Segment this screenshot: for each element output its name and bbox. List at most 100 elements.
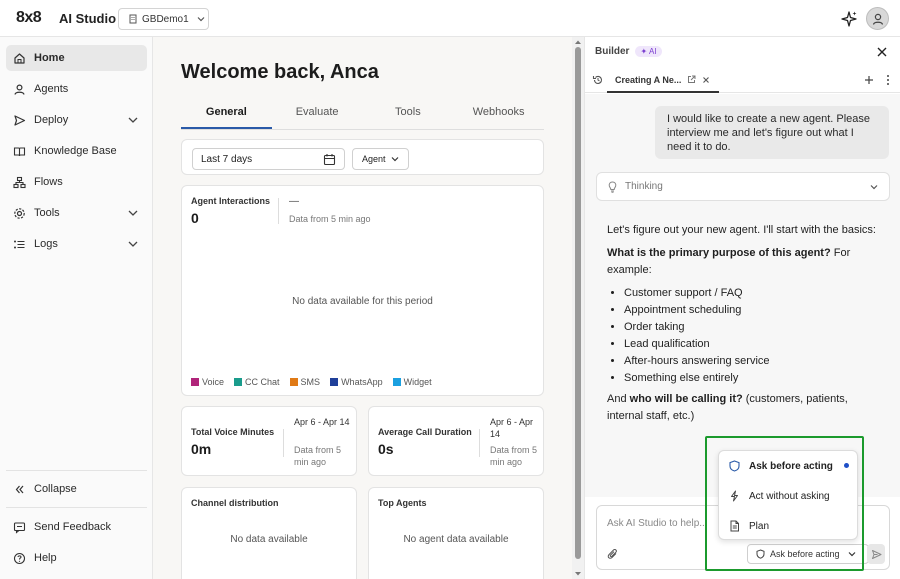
agent-filter[interactable]: Agent <box>352 148 409 170</box>
chevron-down-icon <box>870 185 878 190</box>
scrollbar[interactable] <box>572 37 584 579</box>
conversation-tab-title: Creating A Ne... <box>615 74 682 85</box>
send-feedback-button[interactable]: Send Feedback <box>6 514 147 540</box>
add-tab-icon[interactable] <box>864 75 874 85</box>
feedback-icon <box>13 521 26 534</box>
sparkle-icon[interactable] <box>839 9 859 29</box>
sidebar: Home Agents Deploy Knowledge Base Flows … <box>0 37 153 579</box>
date-range-picker[interactable]: Last 7 days <box>192 148 345 170</box>
chevron-down-icon <box>128 117 138 123</box>
selected-indicator <box>844 463 849 468</box>
close-tab-icon[interactable] <box>702 76 710 84</box>
sidebar-item-deploy[interactable]: Deploy <box>6 107 147 133</box>
gear-icon <box>14 207 25 219</box>
mode-menu: Ask before acting Act without asking Pla… <box>718 450 858 540</box>
help-button[interactable]: Help <box>6 545 147 571</box>
top-agents-label: Top Agents <box>378 498 427 508</box>
divider <box>6 507 147 508</box>
help-icon <box>13 552 26 564</box>
question-pre: And <box>607 393 630 405</box>
builder-title: Builder <box>595 46 630 57</box>
external-link-icon[interactable] <box>687 75 696 84</box>
lightbulb-icon <box>608 180 617 193</box>
assistant-reply: Let's figure out your new agent. I'll st… <box>607 222 877 431</box>
builder-tab-bar: Creating A Ne... <box>585 68 900 93</box>
lightning-icon <box>731 490 738 502</box>
building-icon <box>129 14 137 24</box>
sidebar-item-label: Agents <box>34 83 69 95</box>
interactions-freshness: Data from 5 min ago <box>289 214 371 224</box>
question-bold: who will be calling it? <box>629 393 743 405</box>
legend-label: WhatsApp <box>341 377 383 387</box>
avg-duration-label: Average Call Duration <box>378 427 472 437</box>
scroll-thumb[interactable] <box>575 47 581 559</box>
paperclip-icon[interactable] <box>607 548 619 561</box>
sidebar-item-logs[interactable]: Logs <box>6 231 147 257</box>
legend-label: SMS <box>300 377 321 387</box>
legend-swatch <box>330 378 339 386</box>
avg-duration-range: Apr 6 - Apr 14 <box>490 417 534 439</box>
thinking-toggle[interactable]: Thinking <box>596 172 890 201</box>
user-icon <box>872 13 883 25</box>
sidebar-item-tools[interactable]: Tools <box>6 200 147 226</box>
sidebar-item-home[interactable]: Home <box>6 45 147 71</box>
composer-placeholder[interactable]: Ask AI Studio to help... <box>607 518 708 529</box>
avg-duration-value: 0s <box>378 441 394 457</box>
divider <box>278 198 279 224</box>
calendar-icon <box>323 154 336 166</box>
top-bar: 8x8 AI Studio GBDemo1 <box>0 0 900 37</box>
divider <box>283 429 284 457</box>
thinking-label: Thinking <box>625 181 663 192</box>
collapse-label: Collapse <box>34 483 77 495</box>
collapse-button[interactable]: Collapse <box>6 476 147 502</box>
agent-interactions-card: Agent Interactions 0 — Data from 5 min a… <box>181 185 544 396</box>
sidebar-item-label: Tools <box>34 207 60 219</box>
close-icon[interactable] <box>876 46 888 58</box>
list-item: Customer support / FAQ <box>624 285 877 302</box>
legend-label: Voice <box>202 377 225 387</box>
double-chevron-left-icon <box>15 485 24 493</box>
tab-webhooks[interactable]: Webhooks <box>453 103 544 129</box>
empty-state: No agent data available <box>403 534 509 545</box>
chevron-down-icon <box>128 241 138 247</box>
chevron-down-icon <box>128 210 138 216</box>
workspace-selector[interactable]: GBDemo1 <box>118 8 209 30</box>
tab-tools[interactable]: Tools <box>363 103 454 129</box>
filter-bar: Last 7 days Agent <box>181 139 544 175</box>
interactions-dash: — <box>289 196 299 207</box>
mode-option-plan[interactable]: Plan <box>719 511 859 541</box>
more-vertical-icon[interactable] <box>886 74 890 86</box>
list-item: Something else entirely <box>624 370 877 387</box>
sidebar-item-flows[interactable]: Flows <box>6 169 147 195</box>
legend-swatch <box>234 378 243 386</box>
legend-label: Widget <box>403 377 432 387</box>
tab-general[interactable]: General <box>181 103 272 129</box>
brand-logo: 8x8 <box>16 9 42 26</box>
agent-filter-value: Agent <box>362 154 386 164</box>
voice-minutes-card: Total Voice Minutes 0m Apr 6 - Apr 14 Da… <box>181 406 357 476</box>
send-button[interactable] <box>867 544 885 564</box>
scroll-down-icon[interactable] <box>572 570 584 578</box>
chevron-down-icon <box>197 17 205 22</box>
page-title: Welcome back, Anca <box>181 61 379 83</box>
avatar[interactable] <box>866 7 889 30</box>
channel-distribution-card: Channel distribution No data available <box>181 487 357 579</box>
history-icon[interactable] <box>592 74 604 86</box>
mode-option-act-without-asking[interactable]: Act without asking <box>719 481 859 511</box>
mode-selector[interactable]: Ask before acting <box>747 544 869 564</box>
sidebar-item-label: Logs <box>34 238 58 250</box>
mode-option-ask-before-acting[interactable]: Ask before acting <box>719 451 859 481</box>
sidebar-item-label: Flows <box>34 176 63 188</box>
chevron-down-icon <box>391 157 398 162</box>
mode-option-label: Act without asking <box>749 490 830 502</box>
scroll-up-icon[interactable] <box>572 38 584 46</box>
tab-evaluate[interactable]: Evaluate <box>272 103 363 129</box>
tab-conversation[interactable]: Creating A Ne... <box>607 68 719 93</box>
legend-item: SMS <box>289 377 321 387</box>
empty-state: No data available for this period <box>292 296 433 307</box>
sidebar-item-agents[interactable]: Agents <box>6 76 147 102</box>
sidebar-item-label: Home <box>34 52 65 64</box>
list-item: After-hours answering service <box>624 353 877 370</box>
sidebar-item-knowledge-base[interactable]: Knowledge Base <box>6 138 147 164</box>
app-name: AI Studio <box>59 11 117 26</box>
